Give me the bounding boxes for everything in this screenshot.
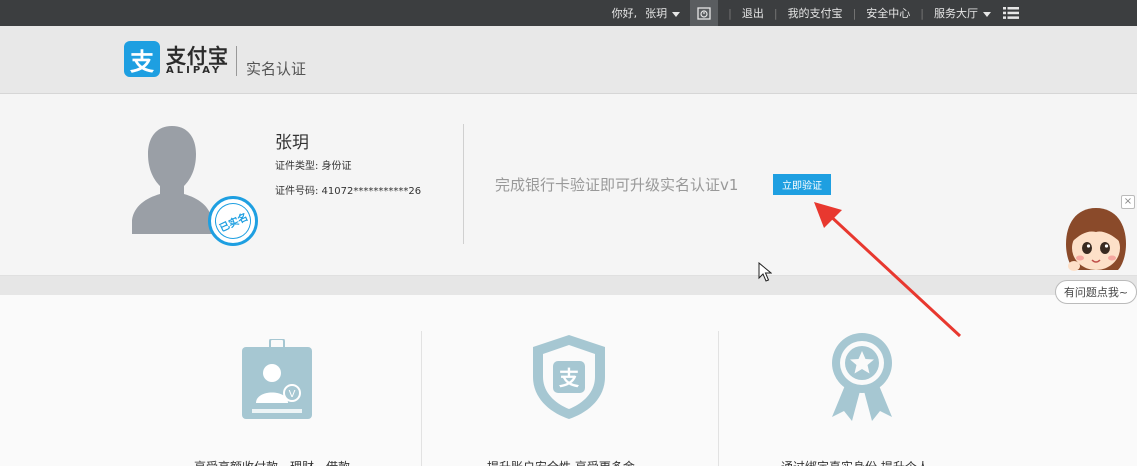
chevron-down-icon [672,11,681,17]
mouse-cursor-icon [758,262,772,282]
list-menu-icon [1003,7,1019,19]
verify-now-button[interactable]: 立即验证 [773,174,831,195]
username-label: 张玥 [645,7,668,20]
service-hall-menu[interactable]: 服务大厅 [934,5,991,21]
divider [718,331,719,466]
annotation-arrow-icon [814,202,962,338]
logo-divider [236,46,237,76]
id-type-text: 证件类型: 身份证 [275,161,352,172]
verified-stamp: 已实名 [208,196,258,246]
avatar-silhouette-icon [132,126,212,234]
page-title: 实名认证 [246,60,307,78]
page-header: 支 支付宝 ALIPAY 实名认证 [0,26,1137,94]
feature-text-3: 通过绑定真实身份,提升个人 [781,458,929,466]
logout-link[interactable]: 退出 [742,5,764,21]
id-badge-icon: V [242,339,312,419]
shield-icon: 支 [533,335,605,419]
feature-text-1: 享受高额收付款、理财、借款 [194,458,350,466]
id-number-text: 证件号码: 41072***********26 [275,186,422,197]
user-name: 张玥 [275,133,309,153]
separator: | [728,6,732,20]
separator: | [773,6,778,20]
alarm-clock-button[interactable] [690,0,719,26]
help-bubble-button[interactable]: 有问题点我~ [1055,280,1137,304]
logo-text-en[interactable]: ALIPAY [166,65,222,76]
upgrade-hint: 完成银行卡验证即可升级实名认证v1 [495,176,739,194]
svg-text:支: 支 [559,366,580,390]
my-alipay-link[interactable]: 我的支付宝 [788,5,843,21]
greeting-text: 你好, [611,7,638,20]
alarm-clock-icon [697,7,711,20]
top-nav: 你好, 张玥 | 退出 | 我的支付宝 | 安全中心 | 服务大厅 [612,0,1019,26]
chevron-down-icon [983,11,991,17]
award-ribbon-icon [832,333,892,421]
divider [421,331,422,466]
security-center-link[interactable]: 安全中心 [866,5,910,21]
svg-text:V: V [289,389,296,400]
helper-avatar-icon[interactable] [1062,206,1130,276]
separator: | [852,6,857,20]
feature-text-2: 提升账户安全性,享受更多金 [487,458,635,466]
service-hall-label: 服务大厅 [934,7,978,20]
alipay-logo-icon[interactable]: 支 [124,41,160,77]
verified-stamp-label: 已实名 [209,197,257,245]
divider [463,124,464,244]
list-menu-button[interactable] [1003,7,1019,19]
username-menu[interactable]: 张玥 [645,5,681,21]
separator: | [920,6,924,20]
top-bar: 你好, 张玥 | 退出 | 我的支付宝 | 安全中心 | 服务大厅 [0,0,1137,26]
